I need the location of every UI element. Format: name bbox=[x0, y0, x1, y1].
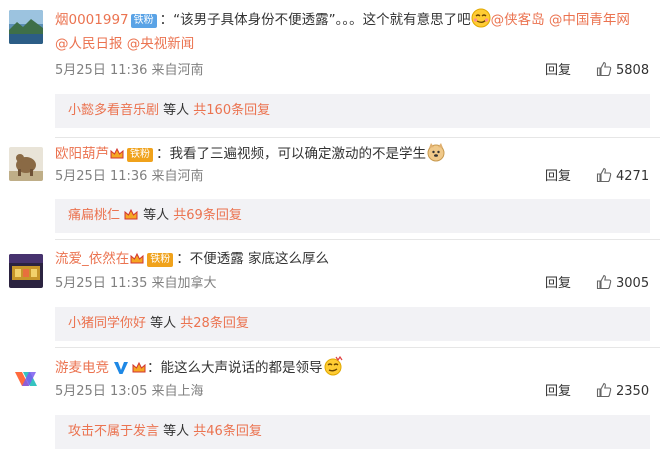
sub-reply-user[interactable]: 小懿多看音乐剧 bbox=[68, 103, 159, 118]
comment-content: “该男子具体身份不便透露”。。。这个就有意思了吧 bbox=[173, 12, 471, 28]
comment-content: 能这么大声说话的都是领导 bbox=[160, 360, 323, 376]
sub-reply-text: 等人 bbox=[146, 316, 181, 331]
mention-link[interactable]: @央视新闻 bbox=[127, 36, 195, 52]
like-button[interactable]: 3005 bbox=[596, 273, 649, 295]
crown-icon bbox=[123, 207, 139, 223]
mention-link[interactable]: @人民日报 bbox=[55, 36, 123, 52]
smirk-emoji bbox=[471, 8, 491, 28]
avatar-landscape-icon bbox=[9, 10, 43, 44]
comment-meta: 5月25日 13:05 来自上海 回复 2350 bbox=[55, 381, 655, 403]
comment-username[interactable]: 欧阳葫芦 bbox=[55, 146, 109, 162]
avatar[interactable] bbox=[9, 362, 43, 396]
fan-badge[interactable]: 铁粉 bbox=[147, 253, 174, 267]
thumbs-up-icon bbox=[596, 167, 612, 183]
smirk-emoji bbox=[323, 356, 343, 376]
avatar-animal-icon bbox=[9, 147, 43, 181]
thumbs-up-icon bbox=[596, 382, 612, 398]
comment-timestamp: 5月25日 11:36 来自河南 bbox=[55, 169, 204, 184]
like-button[interactable]: 4271 bbox=[596, 166, 649, 188]
avatar[interactable] bbox=[9, 254, 43, 288]
sub-reply-text: 等人 bbox=[139, 208, 174, 223]
comment-timestamp: 5月25日 11:35 来自加拿大 bbox=[55, 276, 217, 291]
sub-reply-count[interactable]: 共69条回复 bbox=[173, 208, 242, 223]
avatar[interactable] bbox=[9, 147, 43, 181]
mention-link[interactable]: @中国青年网 bbox=[549, 12, 630, 28]
avatar-game-icon bbox=[9, 254, 43, 288]
comment-text: 欧阳葫芦 铁粉 ：我看了三遍视频，可以确定激动的不是学生 bbox=[55, 142, 655, 165]
comment-timestamp: 5月25日 11:36 来自河南 bbox=[55, 63, 204, 78]
comment-timestamp: 5月25日 13:05 来自上海 bbox=[55, 384, 204, 399]
sub-reply-summary[interactable]: 痛扁桃仁 等人 共69条回复 bbox=[55, 199, 650, 233]
crown-icon bbox=[129, 251, 145, 267]
sub-reply-summary[interactable]: 小懿多看音乐剧 等人 共160条回复 bbox=[55, 94, 650, 128]
crown-icon bbox=[131, 360, 147, 376]
comment-text: 游麦电竞 ：能这么大声说话的都是领导 bbox=[55, 356, 655, 379]
reply-button[interactable]: 回复 bbox=[545, 273, 571, 295]
sub-reply-count[interactable]: 共46条回复 bbox=[193, 424, 262, 439]
crown-icon bbox=[109, 146, 125, 162]
sub-reply-user[interactable]: 小猪同学你好 bbox=[68, 316, 146, 331]
doge-emoji bbox=[426, 142, 446, 162]
comment-text: 烟0001997 铁粉 ：“该男子具体身份不便透露”。。。这个就有意思了吧 @侠客岛 … bbox=[55, 8, 655, 31]
thumbs-up-icon bbox=[596, 61, 612, 77]
sub-reply-text: 等人 bbox=[159, 103, 194, 118]
sub-reply-user[interactable]: 攻击不属于发言 bbox=[68, 424, 159, 439]
sub-reply-count[interactable]: 共28条回复 bbox=[180, 316, 249, 331]
like-count: 4271 bbox=[616, 169, 650, 184]
sub-reply-user[interactable]: 痛扁桃仁 bbox=[68, 208, 120, 223]
fan-badge[interactable]: 铁粉 bbox=[127, 148, 153, 162]
sub-reply-summary[interactable]: 小猪同学你好 等人 共28条回复 bbox=[55, 307, 650, 341]
mention-link[interactable]: @侠客岛 bbox=[491, 12, 545, 28]
like-button[interactable]: 5808 bbox=[596, 60, 649, 82]
like-count: 5808 bbox=[616, 63, 650, 78]
reply-button[interactable]: 回复 bbox=[545, 381, 571, 403]
avatar[interactable] bbox=[9, 10, 43, 44]
comment-content: 我看了三遍视频，可以确定激动的不是学生 bbox=[169, 146, 427, 162]
fan-badge[interactable]: 铁粉 bbox=[130, 14, 157, 28]
verified-v-icon bbox=[113, 360, 129, 376]
comment-text-line2: @人民日报 @央视新闻 bbox=[55, 33, 655, 55]
comment-username[interactable]: 烟0001997 bbox=[55, 12, 129, 28]
sub-reply-summary[interactable]: 攻击不属于发言 等人 共46条回复 bbox=[55, 415, 650, 449]
comment-content: 不便透露 家底这么厚么 bbox=[189, 251, 330, 267]
divider bbox=[55, 239, 660, 240]
avatar-logo-icon bbox=[9, 362, 43, 396]
thumbs-up-icon bbox=[596, 274, 612, 290]
colon: ： bbox=[159, 12, 174, 28]
sub-reply-count[interactable]: 共160条回复 bbox=[193, 103, 270, 118]
comment-meta: 5月25日 11:36 来自河南 回复 5808 bbox=[55, 60, 655, 82]
reply-button[interactable]: 回复 bbox=[545, 60, 571, 82]
comment-list: 烟0001997 铁粉 ：“该男子具体身份不便透露”。。。这个就有意思了吧 @侠客岛 … bbox=[0, 0, 660, 463]
colon: ： bbox=[156, 146, 170, 162]
divider bbox=[55, 137, 660, 138]
comment-username[interactable]: 流爱_依然在 bbox=[55, 251, 129, 267]
like-button[interactable]: 2350 bbox=[596, 381, 649, 403]
reply-button[interactable]: 回复 bbox=[545, 166, 571, 188]
sub-reply-text: 等人 bbox=[159, 424, 194, 439]
comment-meta: 5月25日 11:36 来自河南 回复 4271 bbox=[55, 166, 655, 188]
colon: ： bbox=[176, 251, 190, 267]
comment-username[interactable]: 游麦电竞 bbox=[55, 360, 109, 376]
like-count: 2350 bbox=[616, 384, 650, 399]
comment-meta: 5月25日 11:35 来自加拿大 回复 3005 bbox=[55, 273, 655, 295]
colon: ： bbox=[147, 360, 161, 376]
comment-text: 流爱_依然在 铁粉 ：不便透露 家底这么厚么 bbox=[55, 248, 655, 270]
like-count: 3005 bbox=[616, 276, 650, 291]
divider bbox=[55, 347, 660, 348]
